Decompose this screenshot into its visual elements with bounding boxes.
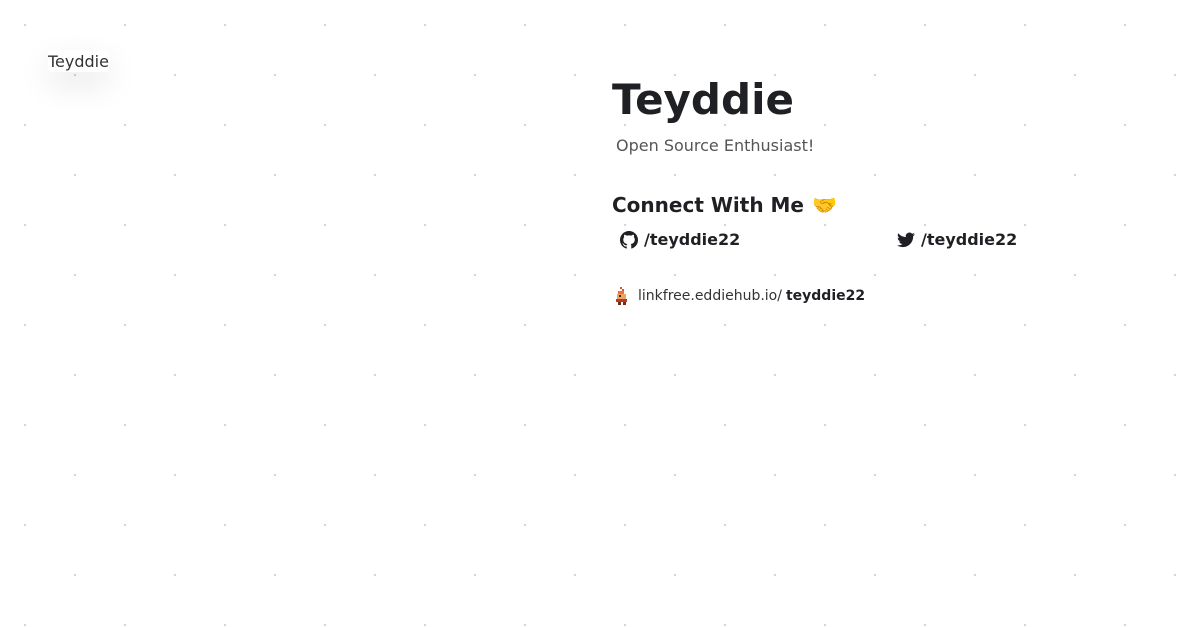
profile-name: Teyddie: [612, 75, 794, 124]
avatar-alt-text: Teyddie: [48, 51, 109, 71]
linkfree-domain: linkfree.eddiehub.io/: [638, 288, 782, 304]
linkfree-username: teyddie22: [785, 288, 866, 304]
page: Teyddie Teyddie Open Source Enthusiast! …: [0, 0, 1200, 627]
twitter-icon: [897, 232, 915, 247]
profile-content: Teyddie Open Source Enthusiast! Connect …: [612, 74, 1172, 306]
twitter-handle: /teyddie22: [921, 230, 1018, 249]
linkfree-icon: [616, 287, 627, 305]
avatar-container: Teyddie: [48, 50, 109, 72]
social-links: /teyddie22 /teyddie22: [612, 230, 1172, 254]
github-link[interactable]: /teyddie22: [620, 230, 740, 249]
handshake-icon: 🤝: [811, 193, 837, 217]
twitter-link[interactable]: /teyddie22: [897, 230, 1017, 249]
connect-heading-text: Connect With Me: [612, 193, 804, 217]
github-handle: /teyddie22: [644, 230, 741, 249]
linkfree-link[interactable]: linkfree.eddiehub.io/ teyddie22: [612, 286, 1172, 306]
connect-heading: Connect With Me 🤝: [612, 190, 1172, 220]
profile-tagline: Open Source Enthusiast!: [616, 136, 815, 155]
avatar: Teyddie: [48, 50, 109, 72]
github-icon: [620, 230, 638, 249]
